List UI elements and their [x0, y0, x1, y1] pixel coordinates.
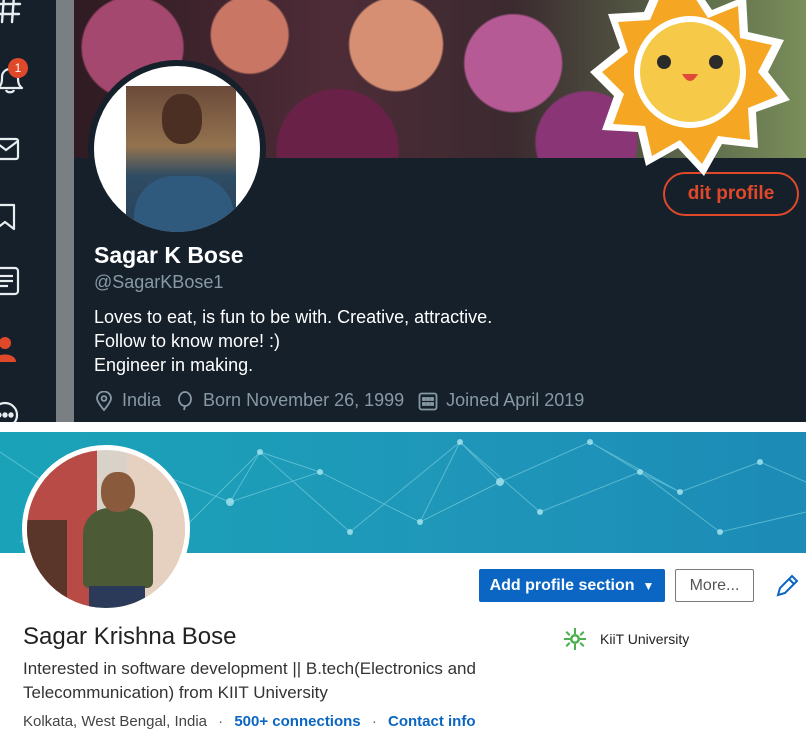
twitter-nav-rail: 1	[0, 0, 56, 422]
headline-line: Telecommunication) from KIIT University	[23, 683, 328, 702]
calendar-icon	[418, 392, 438, 410]
connections-link[interactable]: 500+ connections	[234, 713, 360, 730]
avatar-photo-shirt	[134, 176, 234, 232]
bookmark-icon[interactable]	[0, 202, 24, 232]
mail-icon[interactable]	[0, 134, 24, 164]
avatar-photo-face	[162, 94, 202, 144]
hashtag-icon[interactable]	[0, 0, 24, 26]
profile-icon[interactable]	[0, 334, 24, 364]
separator-dot: ·	[371, 713, 377, 730]
sun-sticker	[590, 0, 790, 176]
separator-dot: ·	[218, 713, 224, 730]
twitter-profile-main: dit profile Sagar K Bose @SagarKBose1 Lo…	[74, 0, 806, 422]
profile-avatar[interactable]	[88, 60, 266, 238]
notification-count: 1	[14, 61, 22, 75]
location-row: Kolkata, West Bengal, India · 500+ conne…	[23, 713, 476, 730]
bio-line: Loves to eat, is fun to be with. Creativ…	[94, 307, 493, 327]
profile-name: Sagar Krishna Bose	[23, 623, 237, 650]
more-label: More...	[689, 576, 740, 594]
more-button[interactable]: More...	[675, 569, 754, 602]
profile-name: Sagar K Bose	[94, 242, 244, 268]
notification-badge: 1	[8, 58, 28, 78]
linkedin-profile-screenshot: Add profile section ▼ More... Sagar Kris…	[0, 432, 806, 749]
balloon-icon	[178, 390, 192, 410]
location-text: India	[122, 390, 162, 410]
photo-person-face	[101, 472, 135, 512]
scrollbar-divider	[56, 0, 74, 422]
education-school[interactable]: KiiT University	[564, 628, 689, 650]
photo-background-door	[27, 520, 67, 608]
born-item: Born November 26, 1999	[175, 390, 404, 411]
add-profile-section-label: Add profile section	[489, 576, 635, 594]
born-text: Born November 26, 1999	[203, 390, 405, 410]
location-pin-icon	[96, 390, 112, 411]
photo-person-shirt	[83, 508, 153, 588]
location-text: Kolkata, West Bengal, India	[23, 713, 207, 730]
more-icon[interactable]	[0, 400, 24, 422]
kiit-logo-icon	[564, 628, 586, 650]
joined-text: Joined April 2019	[446, 390, 585, 410]
list-icon[interactable]	[0, 266, 24, 296]
twitter-profile-screenshot: 1 dit profile Sagar K Bose @SagarKBose1 …	[0, 0, 806, 422]
joined-item: Joined April 2019	[418, 390, 584, 411]
profile-meta: India Born November 26, 1999 Joined Apri…	[94, 390, 598, 411]
photo-person-jeans	[89, 586, 145, 608]
profile-photo[interactable]	[22, 445, 190, 613]
contact-info-link[interactable]: Contact info	[388, 713, 476, 730]
headline-line: Interested in software development || B.…	[23, 659, 476, 678]
add-profile-section-button[interactable]: Add profile section ▼	[479, 569, 665, 602]
pencil-edit-icon[interactable]	[774, 573, 800, 599]
location-item: India	[94, 390, 161, 411]
bio-line: Engineer in making.	[94, 355, 254, 375]
profile-handle: @SagarKBose1	[94, 272, 224, 292]
bio-line: Follow to know more! :)	[94, 331, 281, 351]
caret-down-icon: ▼	[642, 578, 655, 593]
school-name: KiiT University	[600, 631, 690, 647]
